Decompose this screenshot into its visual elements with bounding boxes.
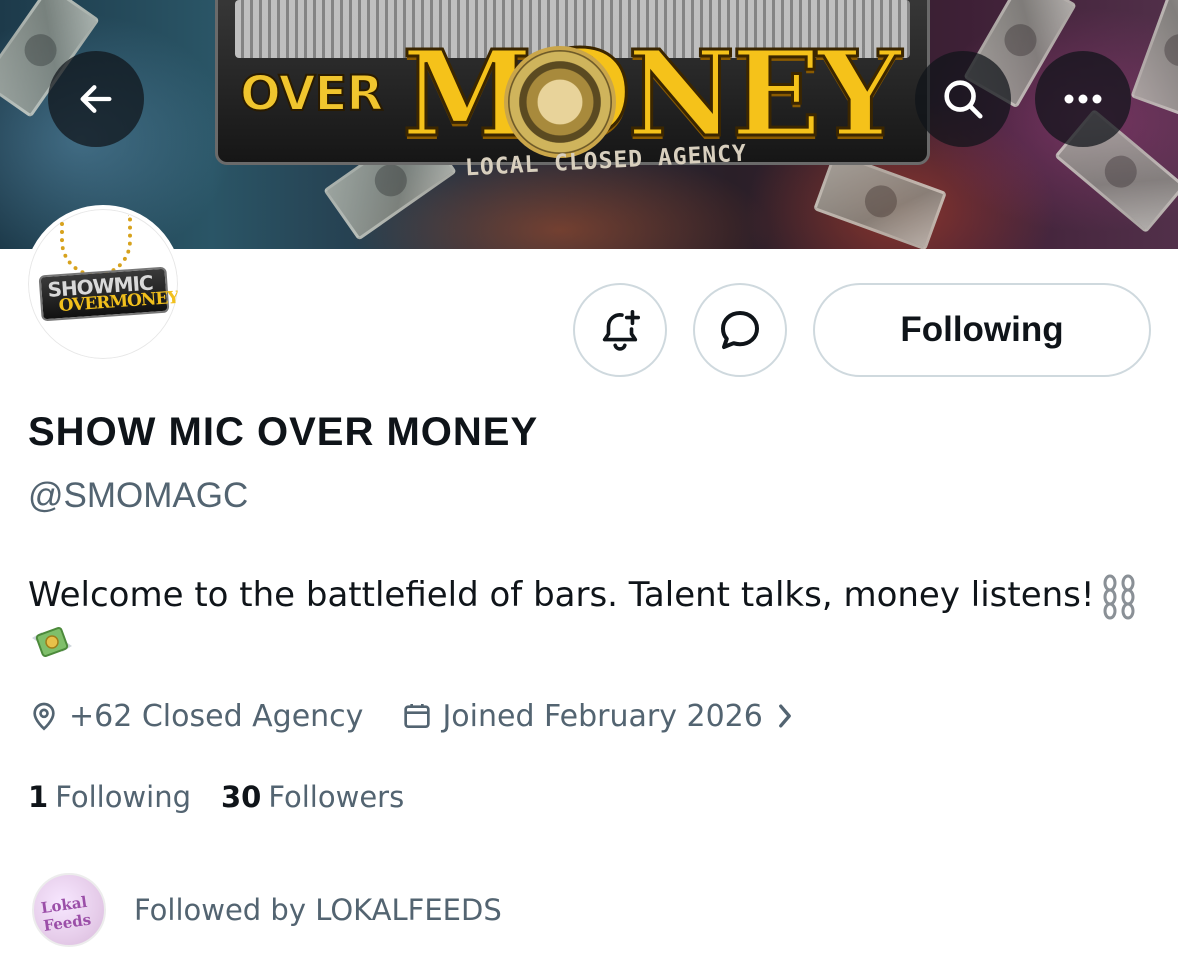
arrow-left-icon (80, 85, 112, 113)
more-options-button[interactable] (1035, 51, 1131, 147)
more-horizontal-icon (1064, 94, 1102, 104)
calendar-icon (404, 704, 431, 728)
money-with-wings-emoji (32, 626, 72, 657)
followers-label: Followers (268, 780, 405, 814)
joined-text: Joined February 2026 (442, 698, 763, 734)
chat-bubble-icon (721, 311, 759, 349)
followed-by-row[interactable]: Lokal Feeds Followed by LOKALFEEDS (32, 873, 502, 947)
chevron-right-icon (778, 704, 791, 728)
location-text: +62 Closed Agency (69, 698, 364, 734)
followers-count: 30 (221, 780, 262, 814)
bell-plus-icon (602, 309, 641, 351)
following-count: 1 (28, 780, 49, 814)
chains-emoji (1103, 574, 1135, 619)
user-handle: @SMOMAGC (28, 476, 249, 515)
notifications-button[interactable] (573, 283, 667, 377)
following-label: Following (55, 780, 191, 814)
following-count-link[interactable]: 1 Following (28, 780, 191, 814)
bio-text: Welcome to the battlefield of bars. Tale… (28, 575, 1095, 615)
banner-logo-over: OVER (239, 65, 384, 123)
location-pin-icon (33, 702, 55, 731)
joined-date[interactable]: Joined February 2026 (401, 699, 803, 734)
banner-logo-money: MONEY (400, 23, 902, 165)
display-name: SHOW MIC OVER MONEY (28, 410, 539, 454)
profile-avatar[interactable]: SHOWMIC OVERMONEY (24, 205, 182, 363)
follower-avatar[interactable]: Lokal Feeds (32, 873, 106, 947)
profile-bio: Welcome to the battlefield of bars. Tale… (28, 573, 1148, 662)
avatar-logo-badge: SHOWMIC OVERMONEY (38, 266, 178, 322)
followed-by-text: Followed by LOKALFEEDS (134, 893, 502, 927)
message-button[interactable] (693, 283, 787, 377)
banknote-decoration (813, 151, 947, 249)
followers-count-link[interactable]: 30 Followers (221, 780, 404, 814)
follower-avatar-logo-text: Lokal Feeds (39, 892, 93, 935)
search-icon (944, 80, 983, 119)
following-button[interactable]: Following (813, 283, 1151, 377)
back-button[interactable] (48, 51, 144, 147)
banknote-decoration (1130, 0, 1178, 118)
location: +62 Closed Agency (28, 699, 363, 734)
profile-meta: +62 Closed Agency Joined February 2026 (28, 694, 804, 738)
gold-chain-graphic (60, 215, 132, 277)
follow-stats: 1 Following 30 Followers (28, 780, 434, 814)
clock-icon (504, 46, 616, 158)
search-button[interactable] (915, 51, 1011, 147)
